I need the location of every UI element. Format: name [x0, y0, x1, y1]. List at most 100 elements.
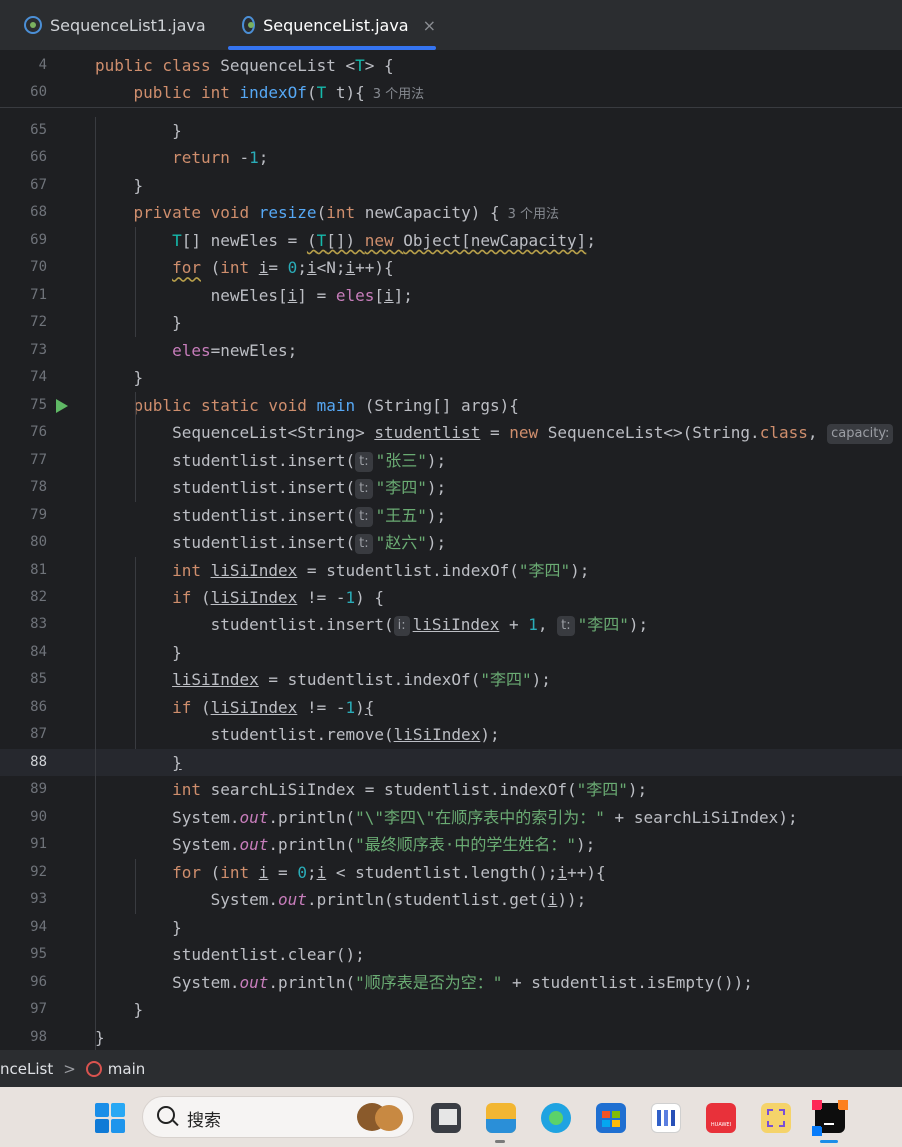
- code-token: i: [384, 285, 394, 305]
- code-token: > {: [364, 56, 394, 75]
- tab-sequencelist1-java[interactable]: SequenceList1.java: [24, 0, 206, 50]
- code-token: ;: [306, 862, 317, 882]
- code-line[interactable]: 80 studentlist.insert(t: "赵六");: [0, 529, 902, 556]
- code-token: ;: [258, 148, 269, 168]
- code-token: for: [172, 862, 211, 882]
- code-token: );: [627, 780, 648, 800]
- line-number: 78: [30, 479, 47, 496]
- code-line[interactable]: 96 System.out.println("顺序表是否为空：" + stude…: [0, 969, 902, 996]
- code-token: (: [306, 83, 317, 102]
- code-text: int searchLiSiIndex = studentlist.indexO…: [95, 776, 647, 803]
- code-text: }: [95, 996, 144, 1023]
- code-token: );: [628, 615, 649, 635]
- code-token: "王五": [375, 505, 427, 525]
- code-token: int: [172, 560, 211, 580]
- edge-browser-icon[interactable]: [541, 1103, 571, 1133]
- code-line[interactable]: 79 studentlist.insert(t: "王五");: [0, 502, 902, 529]
- close-icon[interactable]: ×: [423, 16, 436, 35]
- code-line[interactable]: 97 }: [0, 996, 902, 1023]
- code-token: 0: [297, 862, 307, 882]
- line-number: 90: [30, 808, 47, 825]
- code-text: for (int i = 0;i < studentlist.length();…: [95, 859, 606, 886]
- code-line[interactable]: 74 }: [0, 364, 902, 391]
- code-token: [] newEles =: [181, 230, 307, 250]
- file-explorer-icon[interactable]: [486, 1103, 516, 1133]
- line-number: 67: [30, 176, 47, 193]
- huawei-appgallery-icon[interactable]: HUAWEI: [706, 1103, 736, 1133]
- java-class-icon: [24, 16, 42, 34]
- line-number: 95: [30, 946, 47, 963]
- code-token: -: [239, 148, 250, 168]
- code-line[interactable]: 89 int searchLiSiIndex = studentlist.ind…: [0, 776, 902, 803]
- breadcrumb-method[interactable]: main: [108, 1060, 145, 1078]
- code-text: }: [95, 364, 144, 391]
- line-number: 88: [30, 753, 47, 770]
- run-gutter-icon[interactable]: [56, 398, 68, 413]
- code-token: i: [287, 285, 298, 305]
- code-token: main: [316, 395, 356, 415]
- code-line[interactable]: 94 }: [0, 914, 902, 941]
- taskbar-search-box[interactable]: 搜索: [142, 1096, 414, 1138]
- scroll-marker: [0, 63, 3, 89]
- code-token: studentlist.insert(: [95, 533, 356, 553]
- sticky-line[interactable]: 60 public int indexOf(T t){3 个用法: [0, 79, 902, 106]
- code-editor[interactable]: 65 } 66 return -1; 67 } 68 private void res…: [0, 51, 902, 1051]
- code-text: newEles[i] = eles[i];: [95, 282, 413, 309]
- code-token: }: [95, 917, 182, 937]
- parameter-name-hint: capacity:: [827, 424, 894, 445]
- code-line[interactable]: 73 eles=newEles;: [0, 337, 902, 364]
- code-text: for (int i= 0;i<N;i++){: [95, 254, 394, 281]
- line-number: 72: [30, 314, 47, 331]
- code-token: ,: [537, 615, 558, 635]
- microsoft-store-icon[interactable]: [596, 1103, 626, 1133]
- code-line[interactable]: 67 }: [0, 172, 902, 199]
- code-token: );: [531, 670, 551, 690]
- breadcrumb-class[interactable]: nceList: [0, 1060, 53, 1078]
- intellij-idea-icon[interactable]: [812, 1100, 848, 1136]
- running-indicator: [495, 1140, 505, 1143]
- code-token: }: [172, 752, 182, 772]
- code-line[interactable]: 65 }: [0, 117, 902, 144]
- code-token: 1: [528, 615, 538, 635]
- code-token: }: [95, 642, 182, 662]
- code-token: return: [172, 148, 240, 168]
- code-line[interactable]: 95 studentlist.clear();: [0, 941, 902, 968]
- line-number: 80: [30, 534, 47, 551]
- code-token: 0: [287, 258, 298, 278]
- code-token: );: [426, 533, 447, 553]
- code-text: public static void main (String[] args){: [95, 392, 519, 419]
- sticky-scroll-header[interactable]: 4 public class SequenceList <T> {60 publi…: [0, 51, 902, 108]
- code-line[interactable]: 90 System.out.println("\"李四\"在顺序表中的索引为："…: [0, 804, 902, 831]
- code-line[interactable]: 66 return -1;: [0, 144, 902, 171]
- code-line[interactable]: 68 private void resize(int newCapacity) …: [0, 199, 902, 226]
- snipping-tool-icon[interactable]: [761, 1103, 791, 1133]
- huawei-label: HUAWEI: [710, 1122, 732, 1128]
- code-token: i: [316, 862, 327, 882]
- task-view-icon[interactable]: [431, 1103, 461, 1133]
- code-token: "赵六": [375, 533, 427, 553]
- line-number: 66: [30, 149, 47, 166]
- code-text: studentlist.insert(t: "张三");: [95, 447, 446, 474]
- code-text: SequenceList<String> studentlist = new S…: [95, 419, 896, 446]
- tab-sequencelist-java[interactable]: SequenceList.java ×: [228, 0, 436, 50]
- line-number: 87: [30, 726, 47, 743]
- code-line[interactable]: 88 }: [0, 748, 902, 776]
- code-token: [: [374, 285, 384, 305]
- code-text: if (liSiIndex != -1){: [95, 694, 374, 721]
- code-line[interactable]: 98}: [0, 1024, 902, 1051]
- app-m-icon[interactable]: [651, 1103, 681, 1133]
- sticky-line[interactable]: 4 public class SequenceList <T> {: [0, 52, 902, 79]
- code-token: ));: [557, 890, 587, 910]
- line-number: 60: [30, 84, 47, 100]
- code-line[interactable]: 91 System.out.println("最终顺序表·中的学生姓名：");: [0, 831, 902, 858]
- line-number: 73: [30, 341, 47, 358]
- windows-start-icon[interactable]: [95, 1103, 125, 1133]
- code-token: SequenceList <: [220, 56, 356, 75]
- code-text: studentlist.remove(liSiIndex);: [95, 721, 500, 748]
